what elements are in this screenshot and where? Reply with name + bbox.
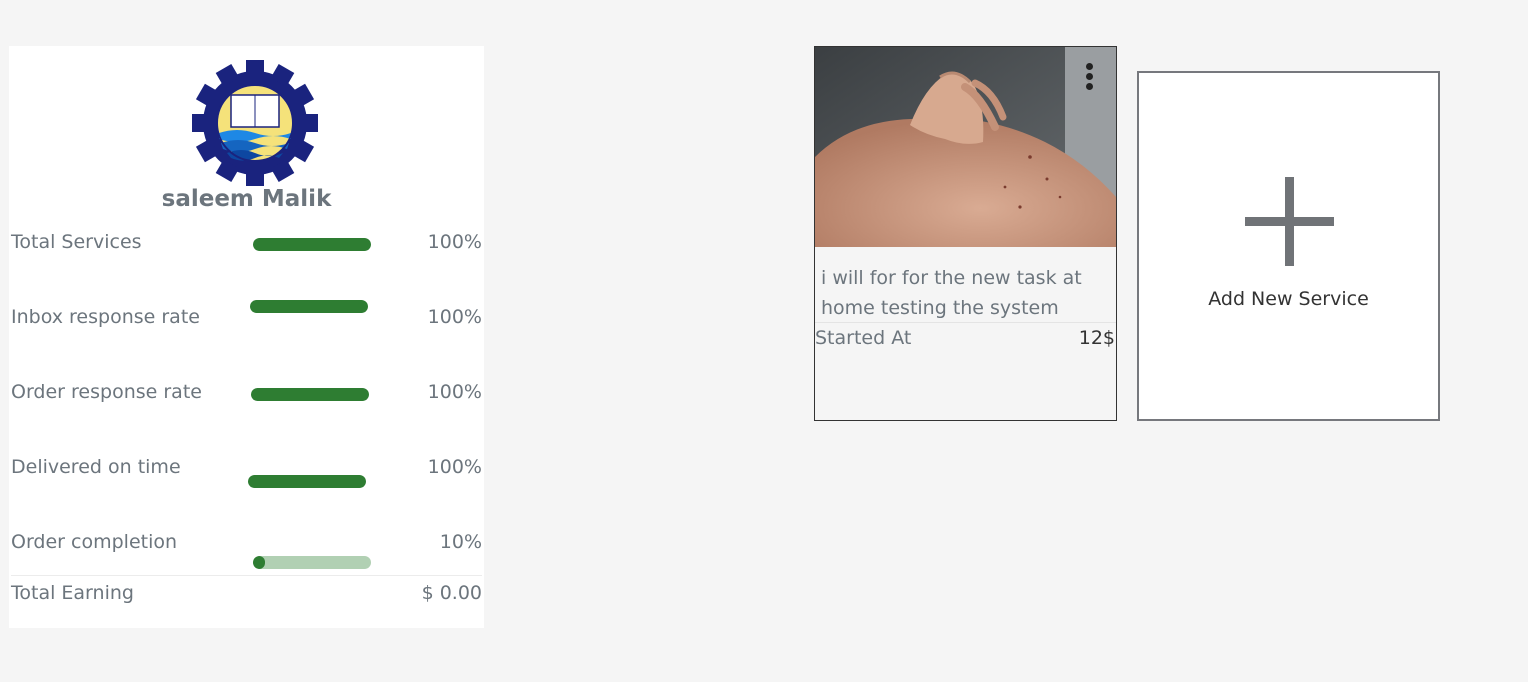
progress-bar	[251, 388, 369, 401]
progress-bar	[253, 238, 371, 251]
user-name: saleem Malik	[161, 186, 332, 212]
progress-bar	[248, 475, 366, 488]
stat-inbox-response-rate: Inbox response rate 100%	[9, 300, 484, 346]
progress-fill	[250, 300, 368, 313]
service-image[interactable]	[815, 47, 1116, 247]
university-logo	[192, 60, 318, 186]
plus-icon	[1245, 177, 1334, 266]
stat-value: 100%	[427, 306, 482, 328]
more-options-icon[interactable]	[1083, 61, 1095, 93]
service-price: 12$	[1078, 327, 1115, 349]
service-card[interactable]: i will for for the new task at home test…	[814, 46, 1117, 421]
stat-value: 10%	[439, 531, 482, 553]
divider	[815, 322, 1116, 323]
stat-order-response-rate: Order response rate 100%	[9, 381, 484, 421]
earning-label: Total Earning	[11, 582, 134, 604]
stat-label: Inbox response rate	[11, 306, 200, 328]
stat-order-completion: Order completion 10%	[9, 531, 484, 571]
stat-label: Order completion	[11, 531, 178, 553]
total-earning-row: Total Earning $ 0.00	[9, 582, 484, 622]
stat-label: Total Services	[11, 231, 142, 253]
stat-value: 100%	[427, 381, 482, 403]
stat-label: Order response rate	[11, 381, 202, 403]
progress-fill	[253, 238, 371, 251]
stat-value: 100%	[427, 231, 482, 253]
service-photo	[815, 47, 1116, 247]
progress-bar	[250, 300, 368, 313]
profile-card: saleem Malik Total Services 100% Inbox r…	[9, 46, 484, 628]
earning-value: $ 0.00	[421, 582, 482, 604]
progress-fill	[251, 388, 369, 401]
progress-fill	[248, 475, 366, 488]
stat-label: Delivered on time	[11, 456, 181, 478]
add-new-service-button[interactable]: Add New Service	[1137, 71, 1440, 421]
stat-delivered-on-time: Delivered on time 100%	[9, 456, 484, 496]
service-description: i will for for the new task at home test…	[821, 267, 1082, 319]
progress-fill	[253, 556, 265, 569]
started-at-label: Started At	[815, 327, 912, 349]
add-new-service-label: Add New Service	[1208, 288, 1369, 310]
divider	[11, 575, 482, 576]
stat-value: 100%	[427, 456, 482, 478]
stat-total-services: Total Services 100%	[9, 231, 484, 271]
progress-bar	[253, 556, 371, 569]
